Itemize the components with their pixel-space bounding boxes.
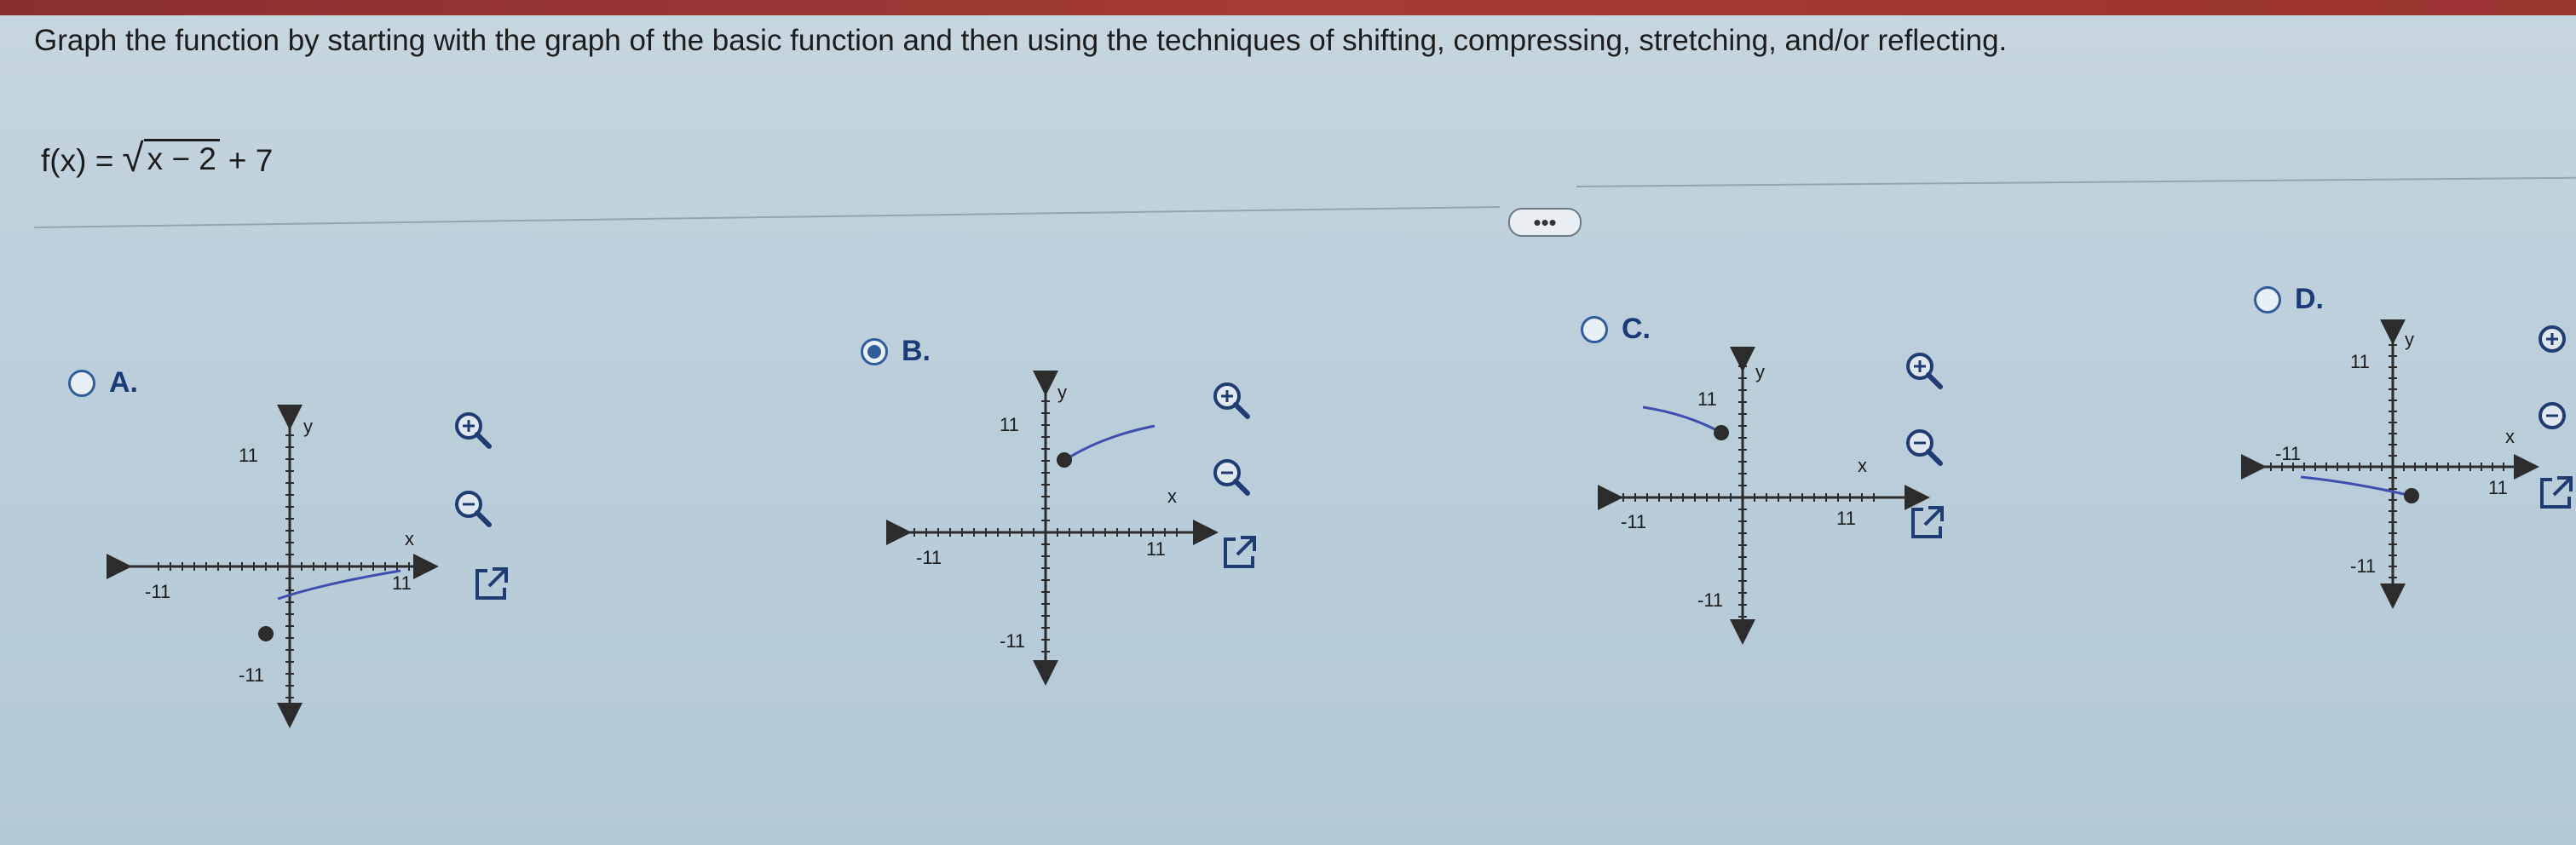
zoom-in-icon[interactable] [452, 409, 493, 450]
x-min-label: -11 [916, 547, 942, 568]
radical-sign: √ [122, 135, 144, 180]
x-axis-label: x [1858, 455, 1867, 476]
y-min-label: -11 [1000, 630, 1025, 652]
x-max-label: 11 [2488, 477, 2508, 498]
graph-c: y x 11 -11 -11 11 [1598, 347, 1930, 645]
y-max-label: 11 [239, 445, 258, 466]
formula-radicand: x − 2 [143, 139, 220, 177]
x-axis-label: x [2505, 426, 2515, 447]
top-bar [0, 0, 2576, 15]
y-min-label: -11 [239, 664, 264, 686]
option-a-radio[interactable] [68, 369, 95, 397]
y-axis-label: y [1057, 382, 1067, 403]
y-axis-label: y [1755, 361, 1765, 382]
option-a[interactable]: A. [68, 366, 138, 400]
divider [1576, 176, 2576, 187]
square-root: √ x − 2 [122, 138, 220, 177]
option-c[interactable]: C. [1581, 313, 1651, 346]
y-min-label: -11 [1697, 589, 1723, 611]
graph-a: y x 11 -11 -11 11 [107, 405, 439, 728]
x-min-label: -11 [1621, 511, 1646, 532]
option-b[interactable]: B. [861, 335, 931, 368]
graph-b: y x 11 -11 -11 11 [886, 371, 1219, 686]
formula-tail: + 7 [228, 143, 274, 178]
option-b-label: B. [902, 335, 931, 367]
option-a-label: A. [109, 366, 138, 399]
function-formula: f(x) = √ x − 2 + 7 [41, 138, 273, 179]
zoom-out-icon[interactable] [452, 487, 493, 528]
option-d[interactable]: D. [2254, 283, 2324, 316]
y-axis-label: y [303, 416, 313, 437]
option-d-label: D. [2295, 283, 2324, 315]
option-c-radio[interactable] [1581, 315, 1608, 343]
zoom-out-icon[interactable] [1210, 456, 1251, 497]
y-max-label: 11 [1000, 414, 1019, 435]
option-b-radio[interactable] [861, 337, 888, 365]
y-max-label: 11 [2350, 351, 2370, 372]
x-axis-label: x [405, 528, 414, 549]
x-min-label: -11 [2275, 443, 2301, 464]
pop-out-icon[interactable] [1219, 532, 1259, 573]
graph-d: y x 11 -11 -11 11 [2241, 319, 2539, 609]
divider [33, 205, 1500, 228]
zoom-in-icon[interactable] [1903, 349, 1944, 390]
zoom-out-icon[interactable] [1903, 426, 1944, 467]
x-max-label: 11 [392, 572, 412, 594]
pop-out-icon[interactable] [470, 564, 511, 605]
show-more-button[interactable]: ••• [1508, 208, 1582, 237]
pop-out-icon[interactable] [1906, 503, 1947, 543]
option-c-label: C. [1622, 313, 1651, 345]
y-axis-label: y [2405, 329, 2414, 350]
formula-lhs: f(x) = [41, 143, 114, 178]
zoom-in-icon[interactable] [1210, 379, 1251, 420]
x-max-label: 11 [1836, 508, 1856, 529]
y-min-label: -11 [2350, 555, 2376, 577]
x-axis-label: x [1167, 486, 1177, 507]
zoom-out-icon[interactable] [2535, 399, 2576, 440]
x-max-label: 11 [1146, 538, 1166, 560]
pop-out-icon[interactable] [2535, 473, 2576, 514]
x-min-label: -11 [145, 581, 170, 602]
option-d-radio[interactable] [2254, 285, 2281, 313]
zoom-in-icon[interactable] [2535, 322, 2576, 363]
y-max-label: 11 [1697, 388, 1717, 410]
question-text: Graph the function by starting with the … [34, 24, 2008, 57]
